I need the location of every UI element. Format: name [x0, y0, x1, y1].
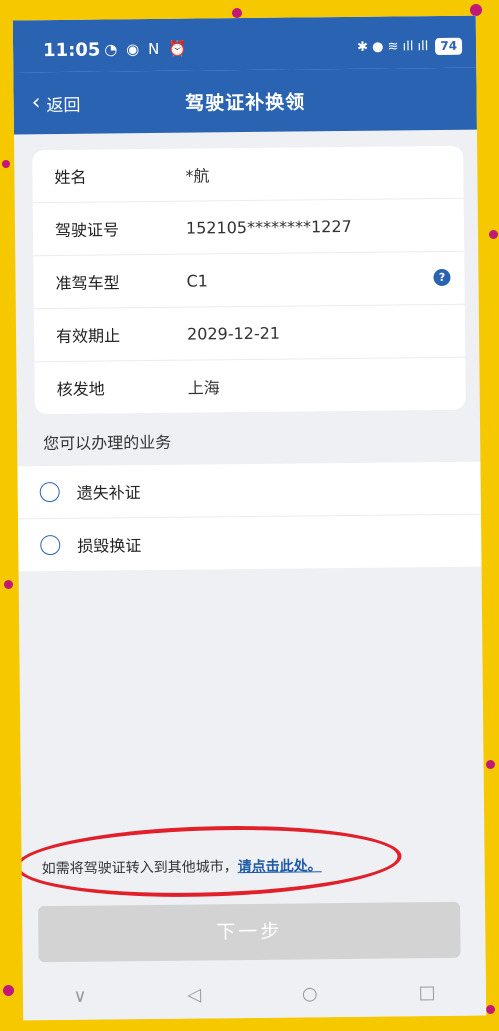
page-title: 驾驶证补换领 [185, 90, 306, 115]
decor-dot [3, 985, 14, 996]
transfer-link[interactable]: 请点击此处。 [238, 858, 322, 875]
decor-dot [470, 4, 482, 16]
radio-button[interactable] [39, 481, 60, 503]
decor-dot [2, 160, 10, 168]
status-right: ✱ ● ≋ ıll ıll 74 [356, 37, 463, 55]
info-value: 2029-12-21 [186, 323, 281, 344]
recent-square-icon[interactable]: □ [418, 982, 435, 1003]
info-label: 驾驶证号 [54, 220, 120, 241]
status-left-icons: ◔ ◉ N ⏰ [104, 39, 189, 59]
info-label: 姓名 [54, 167, 87, 188]
license-info-card: 姓名 *航 驾驶证号 152105********1227 准驾车型 C1 ? … [32, 145, 466, 415]
decor-dot [4, 580, 13, 589]
info-row-license-number: 驾驶证号 152105********1227 [32, 197, 465, 256]
decor-dot [489, 230, 498, 239]
status-bar: 11:05 ◔ ◉ N ⏰ ✱ ● ≋ ıll ıll 74 [12, 15, 477, 73]
phone-screen: 11:05 ◔ ◉ N ⏰ ✱ ● ≋ ıll ıll 74 ‹ 返回 驾驶证补… [12, 15, 487, 1021]
system-nav-bar: ∨ ◁ ○ □ [22, 967, 487, 1021]
decor-dot [486, 1005, 495, 1014]
info-label: 核发地 [56, 379, 105, 400]
next-step-button[interactable]: 下一步 [38, 901, 461, 963]
info-value: 152105********1227 [185, 216, 352, 238]
info-label: 准驾车型 [55, 273, 120, 294]
transfer-text: 如需将驾驶证转入到其他城市， [41, 859, 238, 878]
home-circle-icon[interactable]: ○ [302, 983, 318, 1004]
nav-bar: ‹ 返回 驾驶证补换领 [13, 67, 477, 135]
back-button[interactable]: ‹ 返回 [32, 90, 81, 116]
radio-button[interactable] [40, 534, 61, 556]
info-value: *航 [185, 166, 210, 186]
back-triangle-icon[interactable]: ◁ [187, 984, 201, 1005]
decor-dot [486, 760, 495, 769]
signal-icons: ✱ ● ≋ ıll ıll [356, 38, 429, 55]
battery-icon: 74 [435, 37, 463, 55]
help-icon[interactable]: ? [433, 268, 451, 287]
option-label: 损毁换证 [77, 536, 142, 556]
info-row-vehicle-class: 准驾车型 C1 ? [33, 250, 465, 309]
option-lost-replacement[interactable]: 遗失补证 [17, 462, 481, 519]
info-label: 有效期止 [55, 326, 121, 347]
option-damaged-renewal[interactable]: 损毁换证 [17, 513, 482, 572]
info-row-name: 姓名 *航 [32, 146, 464, 203]
back-label: 返回 [46, 95, 81, 116]
service-options: 遗失补证 损毁换证 [17, 461, 482, 572]
info-value: 上海 [187, 378, 220, 398]
decor-dot [232, 8, 242, 18]
status-time: 11:05 [42, 39, 101, 61]
transfer-notice: 如需将驾驶证转入到其他城市，请点击此处。 [42, 855, 322, 878]
chevron-down-icon[interactable]: ∨ [73, 985, 86, 1006]
services-title: 您可以办理的业务 [43, 432, 172, 454]
info-row-expiry: 有效期止 2029-12-21 [33, 303, 466, 362]
info-value: C1 [186, 270, 208, 291]
info-row-issuer: 核发地 上海 [34, 356, 466, 415]
option-label: 遗失补证 [76, 483, 141, 503]
chevron-left-icon: ‹ [31, 90, 41, 116]
